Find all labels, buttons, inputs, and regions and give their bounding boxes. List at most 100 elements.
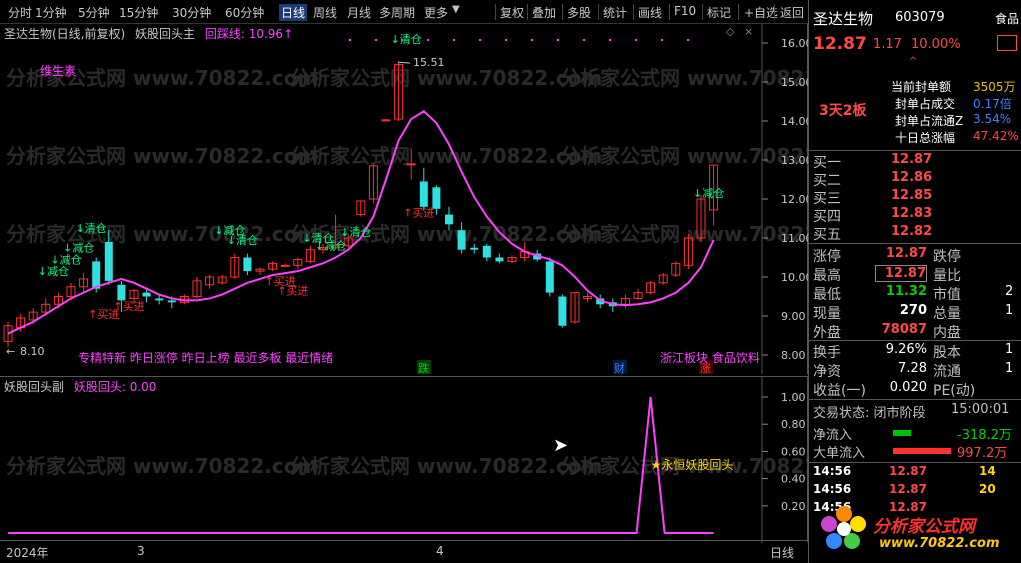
toolbar-item-9[interactable]: 多周期 bbox=[379, 4, 415, 21]
top-dot-marker bbox=[557, 39, 559, 41]
main-chart-panel[interactable]: 16.00 15.00 14.00 13.00 12.00 11.00 10.00 9.00 8… bbox=[0, 24, 808, 374]
stat-value: 12.87 bbox=[885, 246, 927, 261]
date-label-april: 4 bbox=[436, 544, 444, 558]
tick-price: 12.87 bbox=[889, 482, 927, 496]
candle-body bbox=[419, 181, 428, 207]
tag-vitamin: 维生素 bbox=[40, 64, 77, 78]
order-book-label: 买三 bbox=[813, 191, 841, 207]
trade-signal-label: ↑买进 bbox=[113, 300, 144, 313]
price-tick-label: 10.00 bbox=[781, 271, 808, 284]
seal-stat-label: 封单占流通Z bbox=[895, 114, 964, 128]
concepts-label: 专精特新 昨日涨停 昨日上榜 最近多板 最近情绪 bbox=[78, 351, 334, 365]
indicator-line-label: 回踩线: 10.96↑ bbox=[204, 27, 294, 41]
indicator-name: 妖股回头主 bbox=[135, 27, 196, 41]
order-book-price: 12.83 bbox=[891, 206, 933, 221]
net-inflow-value: -318.2万 bbox=[957, 428, 1012, 443]
toolbar-item-1[interactable]: 1分钟 bbox=[35, 4, 67, 21]
stat2-value: 9.26% bbox=[885, 342, 927, 357]
trade-signal-label: ↓减仓 bbox=[63, 241, 94, 255]
toolbar-item-4[interactable]: 30分钟 bbox=[172, 4, 211, 21]
collapse-icon[interactable]: ◇ bbox=[726, 25, 734, 38]
toolbar-item-18[interactable]: +自选 bbox=[744, 4, 778, 21]
toolbar-item-12[interactable]: 叠加 bbox=[532, 4, 556, 21]
more-dropdown-icon[interactable]: ▼ bbox=[452, 4, 460, 15]
price-change-pct: 10.00% bbox=[911, 37, 961, 52]
logo-url: www.70822.com bbox=[879, 536, 1000, 551]
candle-body bbox=[92, 261, 101, 289]
net-inflow-label: 净流入 bbox=[813, 428, 853, 443]
seal-stat-label: 封单占成交 bbox=[895, 97, 956, 111]
stat2-label-right: 流通 bbox=[933, 364, 961, 380]
top-dot-marker bbox=[479, 39, 481, 41]
toolbar-item-14[interactable]: 统计 bbox=[603, 4, 627, 21]
trade-signal-label: ↑买进 bbox=[403, 207, 434, 220]
main-chart-svg: 16.00 15.00 14.00 13.00 12.00 11.00 10.00 9.00 8… bbox=[3, 24, 808, 374]
sub-tick-label: 0.40 bbox=[781, 473, 806, 486]
event-badge: 财 bbox=[614, 361, 625, 374]
toolbar-item-16[interactable]: F10 bbox=[674, 4, 696, 18]
sub-chart-panel[interactable]: 1.00 0.80 0.60 0.40 0.20 ★永恒妖股回头 妖股回头副 妖股回头: … bbox=[0, 376, 808, 543]
stat-label: 最高 bbox=[813, 268, 841, 284]
sub-tick-label: 1.00 bbox=[781, 391, 806, 404]
toolbar-separator bbox=[702, 4, 703, 20]
stat-value: 12.87 bbox=[875, 265, 927, 282]
toolbar-item-19[interactable]: 返回 bbox=[780, 4, 804, 21]
trade-signal-label: ↓减仓 bbox=[693, 186, 724, 200]
collapse-up-icon[interactable]: ^ bbox=[909, 56, 917, 67]
toolbar-separator bbox=[738, 4, 739, 20]
stat2-label: 换手 bbox=[813, 345, 841, 361]
candle-body bbox=[495, 257, 504, 262]
stat-label: 外盘 bbox=[813, 325, 841, 341]
event-badge: 跌 bbox=[418, 361, 429, 374]
candle-body bbox=[167, 300, 176, 303]
toolbar-item-0[interactable]: 分时 bbox=[8, 4, 32, 21]
toolbar-separator bbox=[633, 4, 634, 20]
seal-stat-value: 0.17倍 bbox=[973, 97, 1012, 111]
stat-label-right: 跌停 bbox=[933, 249, 961, 265]
toolbar-item-6[interactable]: 日线 bbox=[279, 4, 308, 21]
toolbar-item-15[interactable]: 画线 bbox=[638, 4, 662, 21]
top-dot-marker bbox=[583, 39, 585, 41]
toolbar-item-5[interactable]: 60分钟 bbox=[225, 4, 264, 21]
candle-body bbox=[155, 298, 164, 301]
toolbar-separator bbox=[562, 4, 563, 20]
toolbar-item-11[interactable]: 复权 bbox=[500, 4, 524, 21]
tick-volume: 20 bbox=[979, 482, 996, 496]
toolbar-item-10[interactable]: 更多 bbox=[424, 4, 448, 21]
top-dot-marker bbox=[505, 39, 507, 41]
close-icon[interactable]: × bbox=[744, 25, 753, 38]
tick-volume: 14 bbox=[979, 464, 996, 478]
price-tick-label: 12.00 bbox=[781, 193, 808, 206]
seal-stat-value: 3505万 bbox=[973, 80, 1016, 94]
candle-body bbox=[432, 187, 441, 209]
toolbar-item-17[interactable]: 标记 bbox=[707, 4, 731, 21]
trade-signal-label: ↓清仓 bbox=[227, 233, 258, 247]
stat-value: 78087 bbox=[881, 322, 927, 337]
yaogu-line bbox=[8, 396, 714, 534]
quote-panel: 圣达生物 603079 食品 12.87 1.17 10.00% ^ 3天2板 … bbox=[808, 0, 1021, 563]
toolbar-item-3[interactable]: 15分钟 bbox=[119, 4, 158, 21]
stat2-value: 0.020 bbox=[889, 380, 927, 395]
sub-tick-label: 0.20 bbox=[781, 500, 806, 513]
mouse-cursor-icon: ➤ bbox=[553, 435, 569, 456]
candle-body bbox=[142, 292, 151, 297]
toolbar-item-7[interactable]: 周线 bbox=[313, 4, 337, 21]
period-label[interactable]: 日线 bbox=[770, 544, 794, 561]
order-book-label: 买二 bbox=[813, 173, 841, 189]
stat-value-right: 1 bbox=[1005, 303, 1014, 318]
toolbar-item-2[interactable]: 5分钟 bbox=[78, 4, 110, 21]
stat-value-right: 2 bbox=[1005, 284, 1014, 299]
order-book-label: 买五 bbox=[813, 227, 841, 243]
tick-time: 14:56 bbox=[813, 482, 852, 496]
stat2-value: 7.28 bbox=[898, 361, 927, 376]
stat-label-right: 量比 bbox=[933, 268, 961, 284]
toolbar-item-8[interactable]: 月线 bbox=[347, 4, 371, 21]
top-dot-marker bbox=[453, 39, 455, 41]
price-tick-label: 9.00 bbox=[781, 310, 806, 323]
toolbar: 分时 1分钟 5分钟 15分钟 30分钟 60分钟 日线 周线 月线 多周期 更多 ▼ 复权 叠加 多股 统计… bbox=[0, 0, 808, 24]
low-arrow-icon: ← bbox=[6, 345, 15, 358]
toolbar-item-13[interactable]: 多股 bbox=[567, 4, 591, 21]
stat-label-right: 内盘 bbox=[933, 325, 961, 341]
top-dot-marker bbox=[609, 39, 611, 41]
sector-label: 浙江板块 食品饮料 bbox=[660, 351, 760, 365]
